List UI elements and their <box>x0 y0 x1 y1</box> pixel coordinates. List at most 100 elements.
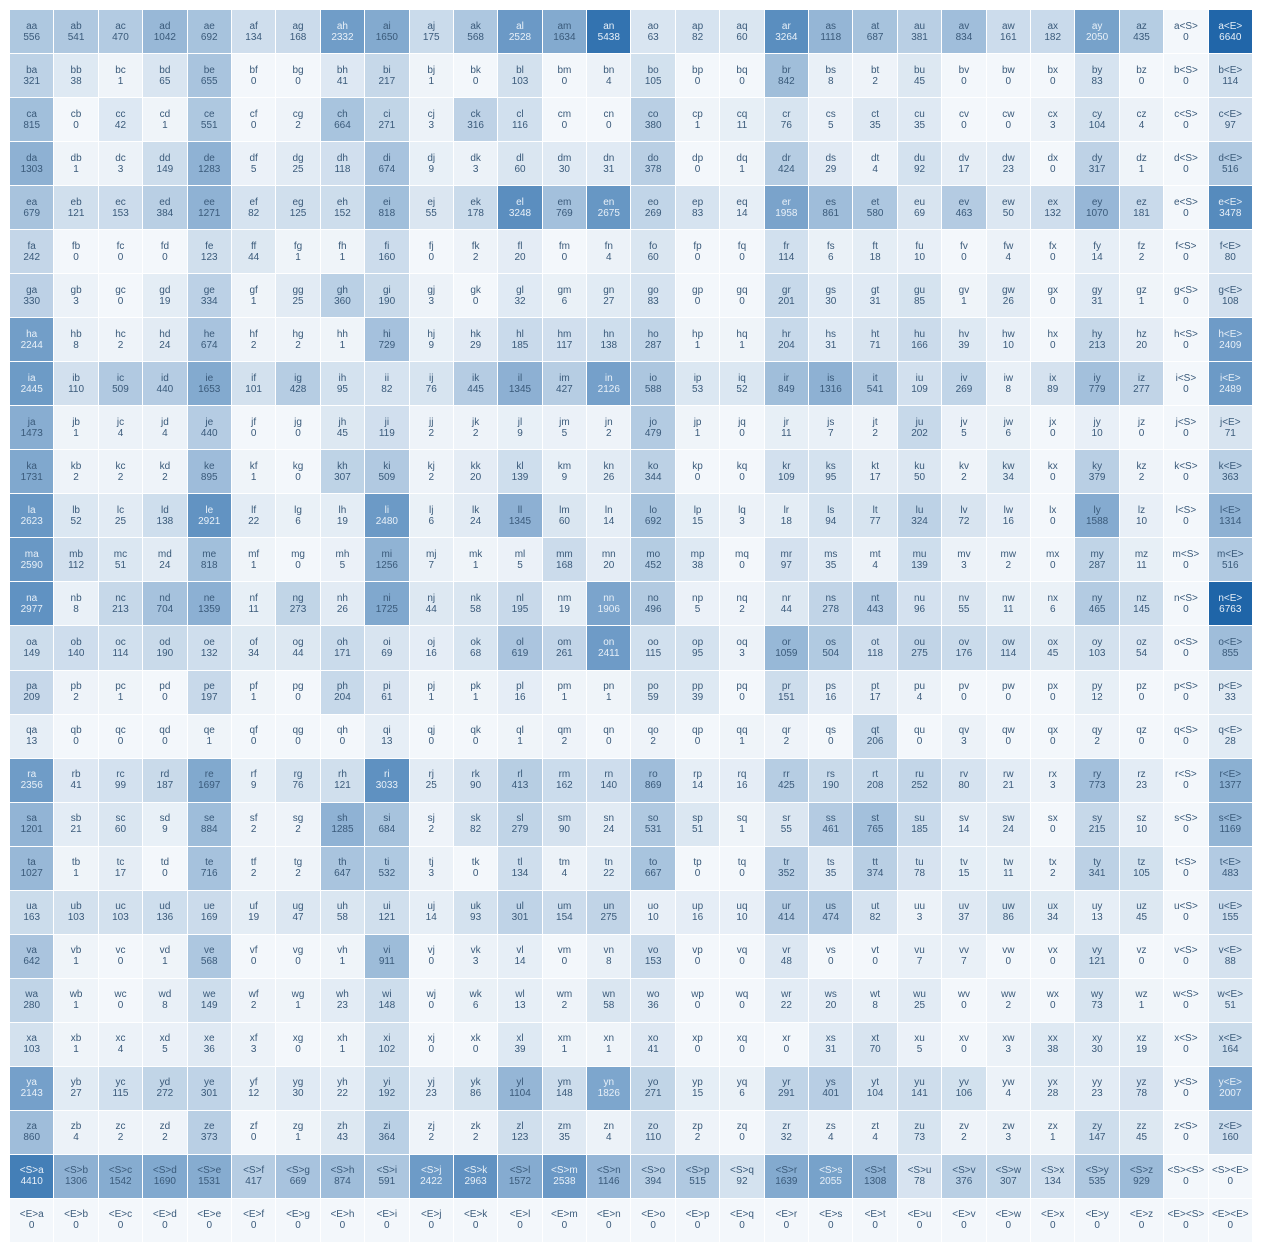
heatmap-cell: mf1 <box>232 538 275 581</box>
cell-label: ak <box>470 21 481 32</box>
cell-value: 551 <box>201 120 218 131</box>
cell-label: y<S> <box>1174 1077 1197 1088</box>
cell-value: 0 <box>739 956 745 967</box>
cell-value: 24 <box>603 824 614 835</box>
heatmap-cell: if101 <box>232 362 275 405</box>
cell-value: 213 <box>112 604 129 615</box>
cell-label: xj <box>428 1033 435 1044</box>
cell-label: lc <box>117 505 124 516</box>
cell-value: 4 <box>1006 252 1012 263</box>
cell-value: 818 <box>201 560 218 571</box>
heatmap-cell: us474 <box>809 891 852 934</box>
cell-value: 0 <box>828 736 834 747</box>
cell-label: rf <box>251 769 257 780</box>
cell-value: 424 <box>778 164 795 175</box>
cell-value: 1 <box>428 76 434 87</box>
heatmap-cell: sx0 <box>1031 803 1074 846</box>
cell-value: 0 <box>295 76 301 87</box>
cell-value: 1306 <box>65 1176 87 1187</box>
heatmap-cell: dj9 <box>410 142 453 185</box>
cell-label: jd <box>161 417 169 428</box>
cell-value: 360 <box>334 296 351 307</box>
cell-value: 0 <box>29 1220 35 1231</box>
cell-value: 104 <box>1089 120 1106 131</box>
cell-value: 162 <box>556 780 573 791</box>
cell-label: zh <box>337 1121 348 1132</box>
heatmap-cell: aw161 <box>987 10 1030 53</box>
cell-value: 1 <box>73 428 79 439</box>
heatmap-cell: ow114 <box>987 626 1030 669</box>
cell-label: lp <box>694 505 702 516</box>
heatmap-cell: ud136 <box>143 891 186 934</box>
cell-label: kz <box>1137 461 1147 472</box>
cell-label: ij <box>429 373 433 384</box>
cell-label: nf <box>249 593 257 604</box>
heatmap-cell: xh1 <box>321 1023 364 1066</box>
heatmap-cell: gf1 <box>232 274 275 317</box>
heatmap-cell: ew50 <box>987 186 1030 229</box>
cell-value: 0 <box>739 252 745 263</box>
heatmap-cell: pb2 <box>54 671 97 714</box>
heatmap-cell: lp15 <box>676 494 719 537</box>
cell-value: 0 <box>1050 824 1056 835</box>
heatmap-cell: hj9 <box>410 318 453 361</box>
cell-label: xh <box>337 1033 348 1044</box>
cell-label: if <box>251 373 256 384</box>
heatmap-cell: km9 <box>543 450 586 493</box>
cell-value: 0 <box>695 1220 701 1231</box>
cell-label: ez <box>1136 197 1147 208</box>
cell-value: 0 <box>118 736 124 747</box>
cell-value: 2 <box>739 604 745 615</box>
cell-value: 23 <box>337 1000 348 1011</box>
cell-value: 1146 <box>598 1176 620 1187</box>
heatmap-cell: bd65 <box>143 54 186 97</box>
heatmap-cell: vt0 <box>853 935 896 978</box>
heatmap-cell: fj0 <box>410 230 453 273</box>
heatmap-cell: kt17 <box>853 450 896 493</box>
cell-label: tx <box>1049 857 1057 868</box>
cell-value: 0 <box>562 956 568 967</box>
heatmap-cell: <E>w0 <box>987 1199 1030 1242</box>
cell-label: xx <box>1048 1033 1058 1044</box>
cell-label: xc <box>115 1033 125 1044</box>
cell-label: ph <box>337 681 348 692</box>
cell-label: kp <box>692 461 703 472</box>
cell-value: 0 <box>961 120 967 131</box>
heatmap-cell: ut82 <box>853 891 896 934</box>
heatmap-cell: lk24 <box>454 494 497 537</box>
cell-label: lg <box>294 505 302 516</box>
heatmap-cell: go83 <box>631 274 674 317</box>
cell-label: aw <box>1002 21 1015 32</box>
heatmap-cell: ff44 <box>232 230 275 273</box>
cell-label: hl <box>516 329 524 340</box>
cell-label: ho <box>648 329 659 340</box>
cell-value: 0 <box>1050 252 1056 263</box>
cell-label: pu <box>914 681 925 692</box>
cell-value: 16 <box>426 648 437 659</box>
heatmap-cell: qb0 <box>54 715 97 758</box>
heatmap-cell: og44 <box>276 626 319 669</box>
cell-label: om <box>557 637 571 648</box>
cell-label: o<S> <box>1174 637 1198 648</box>
cell-value: 11 <box>1003 868 1013 879</box>
cell-value: 15 <box>692 516 703 527</box>
heatmap-cell: wp0 <box>676 979 719 1022</box>
heatmap-cell: yp15 <box>676 1067 719 1110</box>
heatmap-cell: iz277 <box>1120 362 1163 405</box>
cell-value: 19 <box>1136 1044 1147 1055</box>
heatmap-cell: tt374 <box>853 847 896 890</box>
cell-label: bs <box>825 65 836 76</box>
cell-label: bk <box>470 65 481 76</box>
cell-label: sz <box>1137 813 1147 824</box>
cell-value: 704 <box>157 604 174 615</box>
cell-label: de <box>204 153 215 164</box>
cell-value: 16 <box>514 692 525 703</box>
cell-value: 30 <box>292 1088 303 1099</box>
cell-value: 4 <box>118 1044 124 1055</box>
heatmap-cell: br842 <box>765 54 808 97</box>
cell-value: 78 <box>914 1176 925 1187</box>
cell-label: wy <box>1091 989 1103 1000</box>
heatmap-cell: m<E>516 <box>1209 538 1252 581</box>
cell-label: ag <box>292 21 303 32</box>
cell-value: 2055 <box>820 1176 842 1187</box>
